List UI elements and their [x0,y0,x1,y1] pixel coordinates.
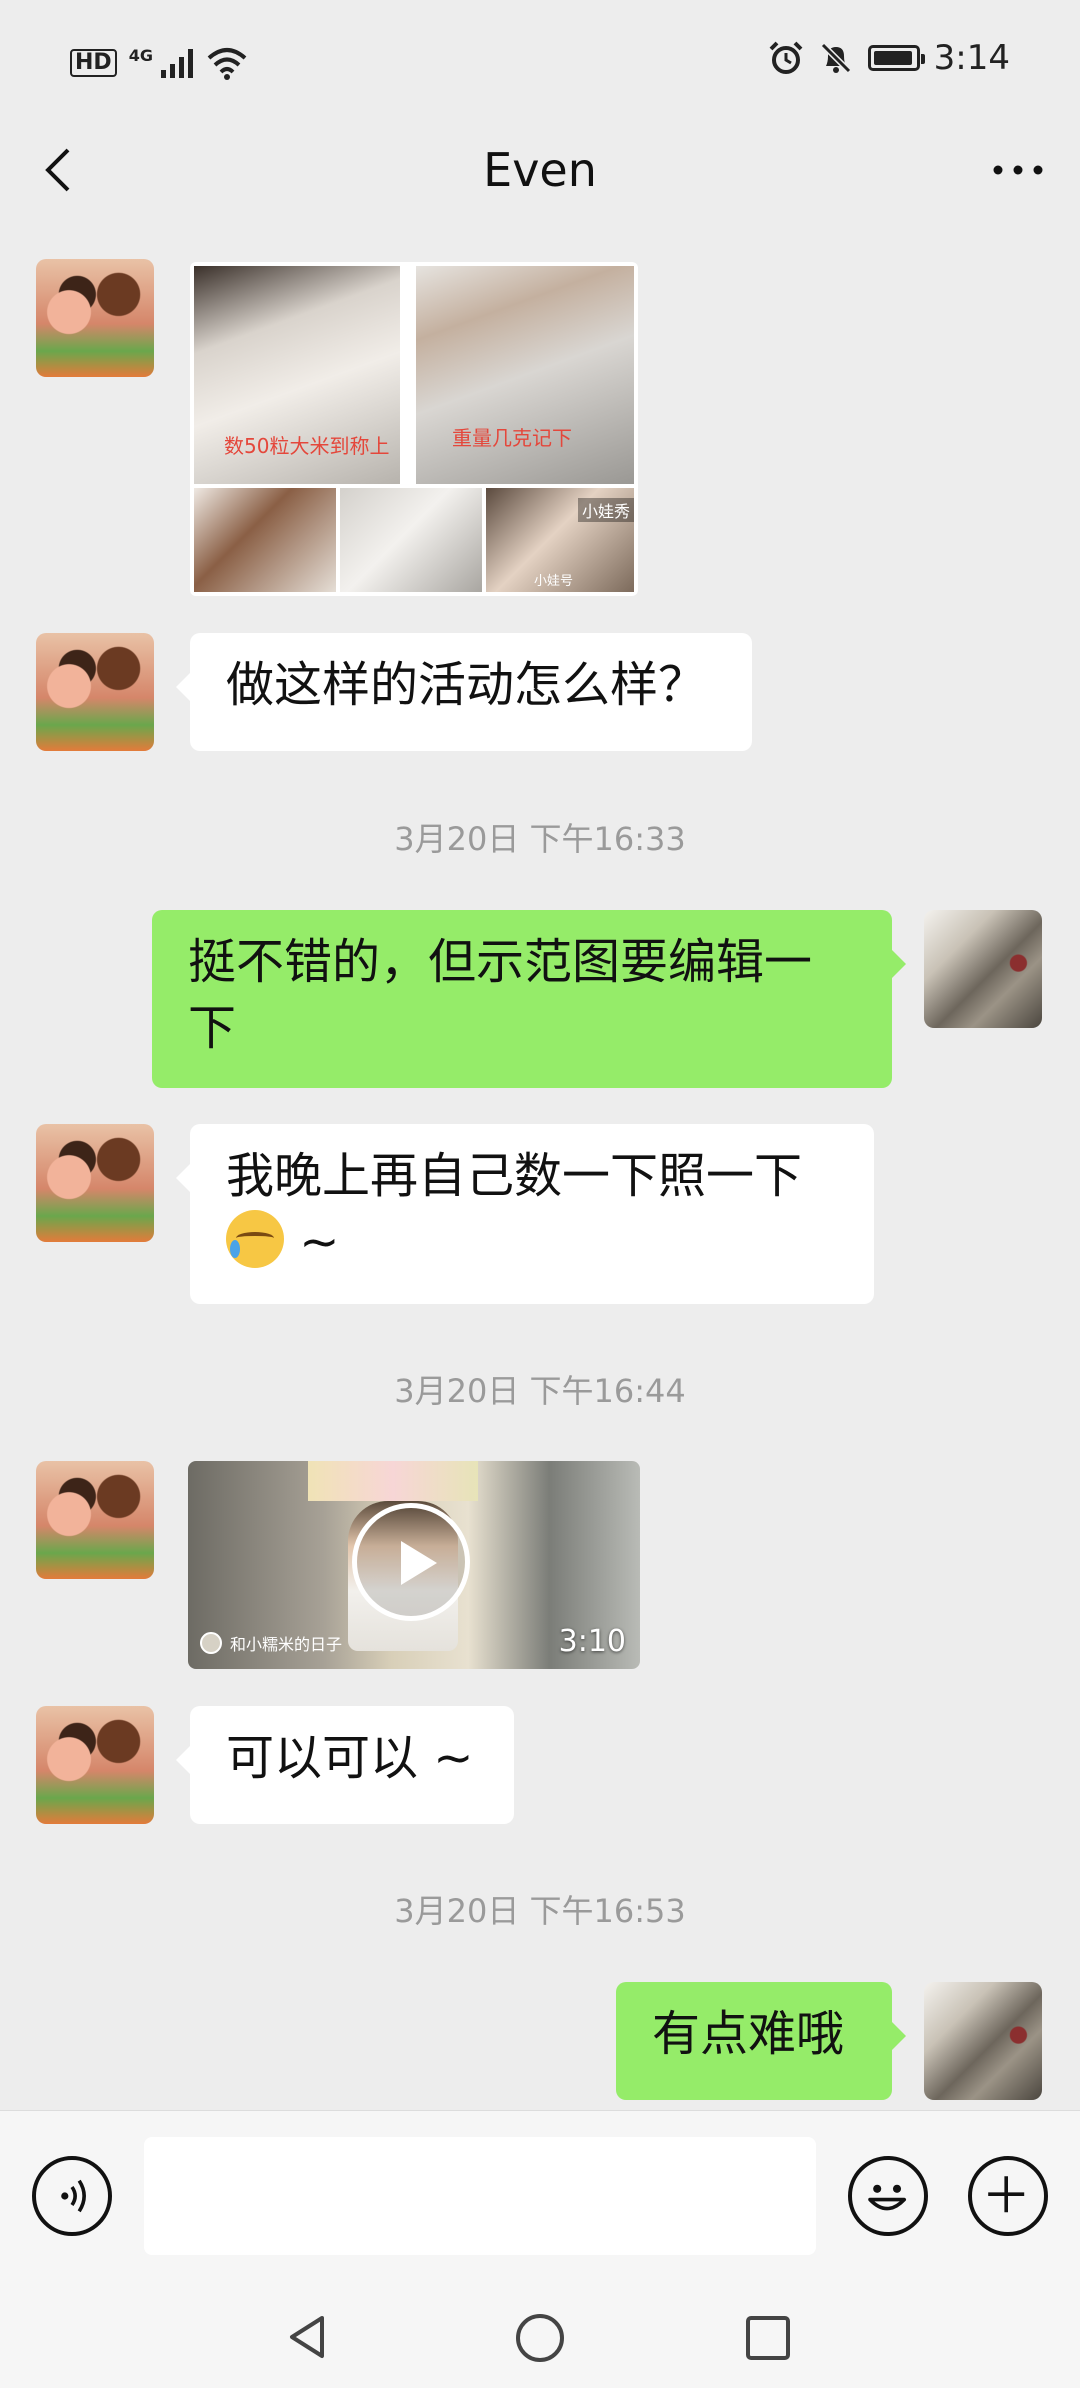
status-left: HD 4G [70,46,249,80]
wifi-icon [207,48,247,80]
mute-bell-icon [820,42,851,74]
outgoing-message[interactable]: 挺不错的，但示范图要编辑一下 [152,910,906,1088]
message-text: 做这样的活动怎么样？ [226,657,707,713]
clock: 3:14 [933,38,1010,78]
signal-icon [160,49,193,78]
incoming-message[interactable]: 我晚上再自己数一下照一下 ~ [176,1124,874,1304]
collage-photo-4 [340,488,482,592]
collage-id: 小娃号号:08410020 [534,574,618,596]
video-message[interactable]: 和小糯米的日子 3:10 [188,1461,640,1669]
sweat-laughing-emoji-icon [226,1210,284,1268]
hd-indicator: HD [70,49,117,77]
timestamp: 3月20日 下午16:33 [394,820,686,858]
nav-recents-icon[interactable] [744,2314,792,2362]
message-text: 有点难哦 [652,2006,845,2062]
input-bar [0,2110,1080,2281]
battery-fill [873,51,912,65]
nav-home-icon[interactable] [514,2312,566,2364]
collage-photo-2 [416,266,634,484]
emoji-icon[interactable] [848,2156,928,2236]
contact-avatar[interactable] [36,1461,154,1579]
status-bar: HD 4G 3:14 [0,0,1080,130]
video-duration: 3:10 [558,1624,626,1659]
my-avatar[interactable] [924,1982,1042,2100]
contact-avatar[interactable] [36,1124,154,1242]
alarm-icon [769,41,803,74]
video-channel-name: 和小糯米的日子 [230,1635,343,1654]
video-channel: 和小糯米的日子 [200,1631,342,1655]
more-options-icon[interactable] [990,146,1046,194]
chat-header: Even [0,120,1080,220]
network-type: 4G [128,46,153,65]
message-input[interactable] [144,2137,816,2255]
nav-back-icon[interactable] [282,2312,332,2362]
plus-icon[interactable] [968,2156,1048,2236]
battery-icon [867,45,925,71]
message-text: 我晚上再自己数一下照一下 [226,1148,803,1204]
collage-photo-3 [194,488,336,592]
collage-badge: 小娃秀 [578,498,635,522]
video-wall-poster [308,1461,478,1501]
contact-avatar[interactable] [36,1706,154,1824]
play-icon[interactable] [352,1503,470,1621]
timestamp: 3月20日 下午16:44 [394,1372,686,1410]
chat-title: Even [483,143,597,197]
image-message[interactable]: 数50粒大米到称上 重量几克记下 小娃秀 小娃号号:08410020 [190,262,638,596]
collage-caption-1: 数50粒大米到称上 [224,434,390,458]
message-suffix: ~ [284,1214,340,1270]
system-nav-bar [0,2280,1080,2388]
my-avatar[interactable] [924,910,1042,1028]
incoming-message[interactable]: 可以可以 ~ [176,1706,514,1824]
incoming-message[interactable]: 做这样的活动怎么样？ [176,633,752,751]
timestamp: 3月20日 下午16:53 [394,1892,686,1930]
channel-avatar-icon [200,1632,222,1654]
contact-avatar[interactable] [36,633,154,751]
collage-caption-2: 重量几克记下 [452,426,572,450]
message-text: 挺不错的，但示范图要编辑一下 [188,934,813,1056]
status-right: 3:14 [768,38,1010,78]
contact-avatar[interactable] [36,259,154,377]
outgoing-message[interactable]: 有点难哦 [616,1982,906,2100]
message-text: 可以可以 ~ [226,1730,474,1786]
voice-input-icon[interactable] [32,2156,112,2236]
